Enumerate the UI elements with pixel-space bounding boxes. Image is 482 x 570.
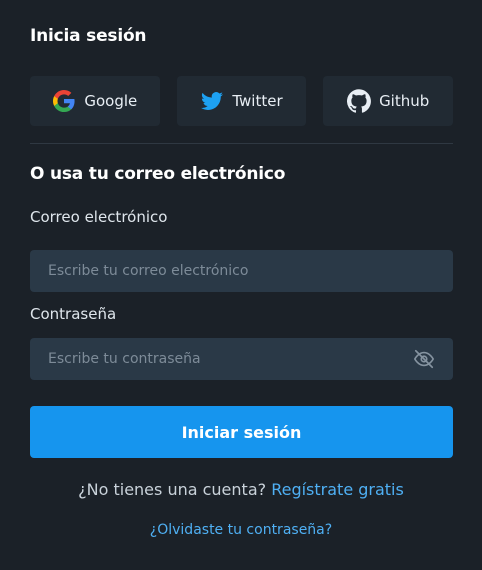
twitter-bird-icon — [201, 92, 224, 110]
toggle-password-visibility-button[interactable] — [413, 348, 435, 370]
github-login-button[interactable]: Github — [323, 76, 454, 126]
password-input[interactable] — [48, 351, 405, 367]
signup-prompt: ¿No tienes una cuenta? Regístrate gratis — [0, 480, 482, 499]
github-login-label: Github — [379, 92, 430, 110]
forgot-password-link[interactable]: ¿Olvidaste tu contraseña? — [150, 522, 332, 538]
email-input[interactable] — [48, 263, 435, 279]
social-login-row: Google Twitter Github — [30, 76, 454, 126]
google-login-button[interactable]: Google — [30, 76, 160, 126]
section-divider — [30, 143, 453, 144]
email-section-heading: O usa tu correo electrónico — [30, 164, 286, 184]
email-label: Correo electrónico — [30, 208, 168, 226]
twitter-login-label: Twitter — [232, 92, 283, 110]
google-logo-icon — [53, 90, 75, 112]
signup-link[interactable]: Regístrate gratis — [271, 480, 404, 499]
forgot-password-row: ¿Olvidaste tu contraseña? — [0, 522, 482, 538]
login-submit-button[interactable]: Iniciar sesión — [30, 406, 453, 458]
google-login-label: Google — [84, 92, 138, 110]
email-field-container — [30, 250, 453, 292]
no-account-text: ¿No tienes una cuenta? — [78, 480, 267, 499]
page-title: Inicia sesión — [30, 26, 147, 46]
github-octocat-icon — [347, 89, 371, 113]
twitter-login-button[interactable]: Twitter — [176, 76, 307, 126]
password-label: Contraseña — [30, 305, 117, 323]
password-field-container — [30, 338, 453, 380]
eye-slash-icon — [414, 349, 434, 369]
